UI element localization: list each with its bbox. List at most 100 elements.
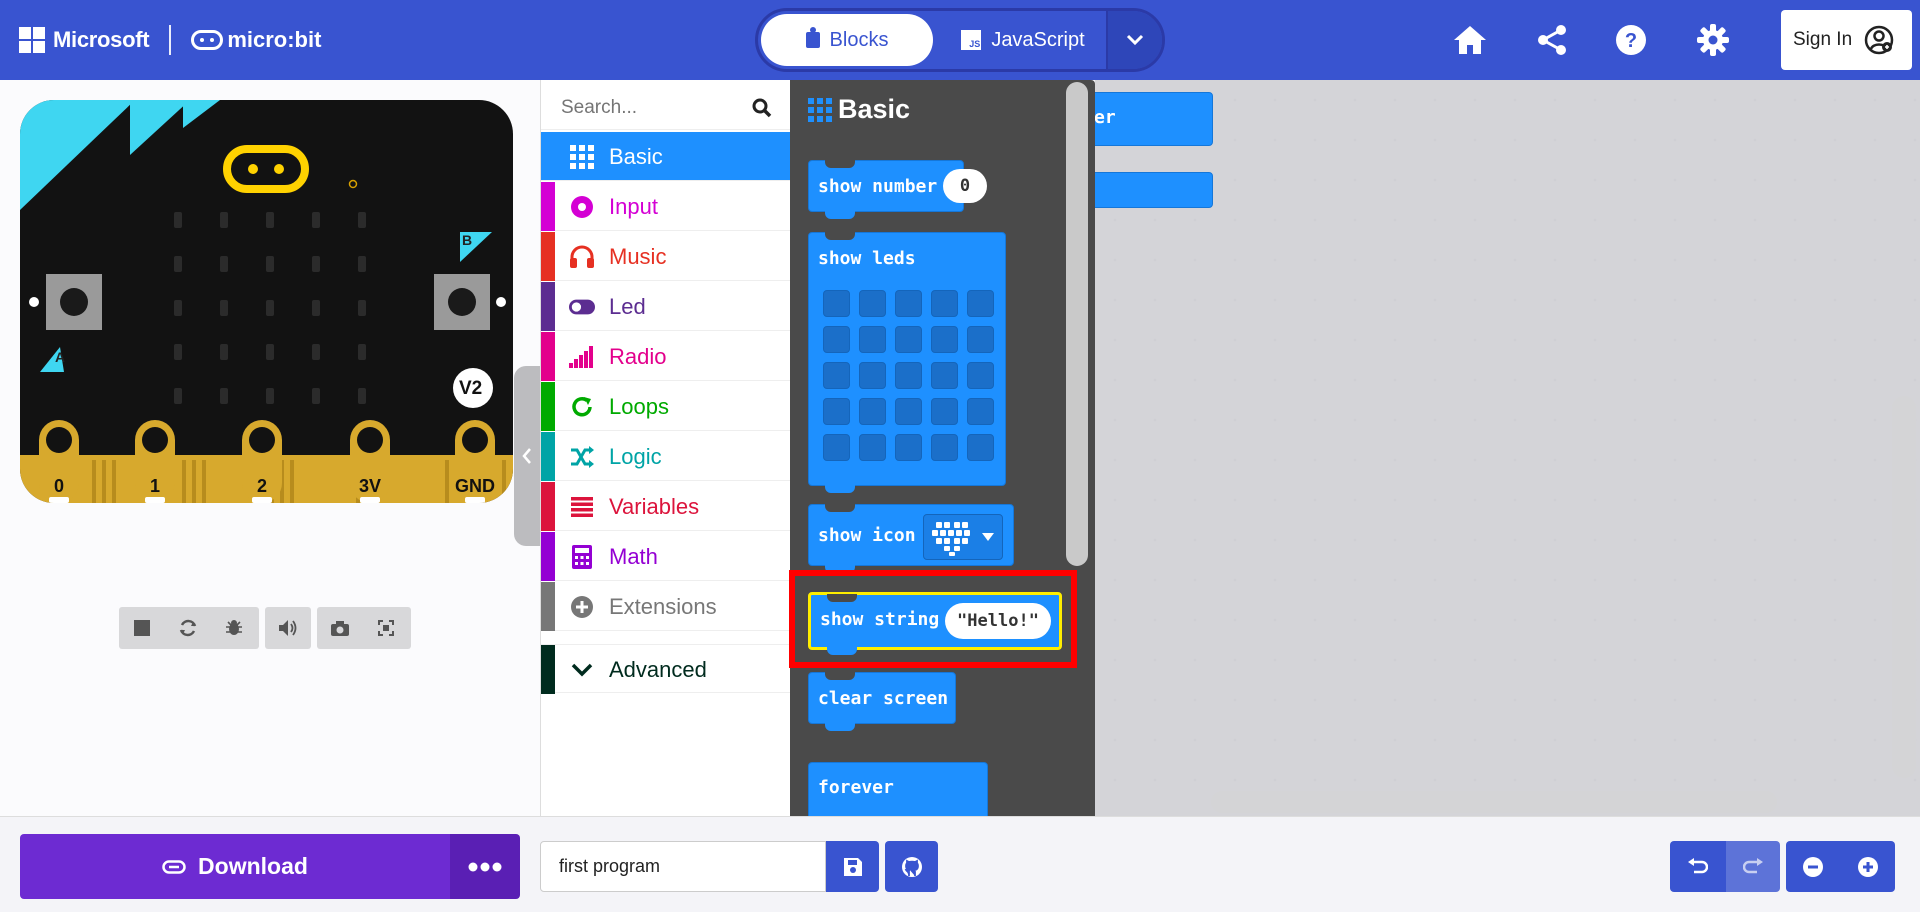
category-variables[interactable]: Variables	[541, 482, 791, 531]
show-number-block[interactable]: show number 0	[808, 160, 987, 219]
help-icon: ?	[1616, 25, 1646, 55]
forever-block[interactable]	[1085, 172, 1213, 208]
download-label: Download	[198, 853, 308, 879]
category-label: Radio	[609, 344, 667, 369]
category-label: Input	[609, 194, 658, 219]
category-advanced[interactable]: Advanced	[541, 644, 791, 694]
blocks-tab[interactable]: Blocks	[761, 14, 933, 66]
toolbox: Basic Input Music Led Radio Loops Logic …	[540, 80, 791, 816]
stop-button[interactable]	[119, 607, 165, 649]
microbit-label: micro:bit	[227, 27, 322, 52]
category-radio[interactable]: Radio	[541, 332, 791, 381]
ellipsis-icon	[468, 862, 502, 871]
block-label-fragment: er	[1094, 107, 1116, 128]
mute-button[interactable]	[265, 607, 311, 649]
javascript-tab-label: JavaScript	[991, 28, 1085, 51]
category-label: Music	[609, 244, 667, 269]
plus-circle-icon	[569, 594, 595, 620]
undo-button[interactable]	[1670, 841, 1726, 892]
clear-screen-block[interactable]: clear screen	[808, 672, 956, 731]
grid-icon	[808, 97, 832, 122]
blocks-workspace[interactable]: er	[1085, 80, 1920, 816]
search-input[interactable]	[561, 96, 751, 119]
pin-gnd-label[interactable]: GND	[448, 476, 502, 497]
screenshot-button[interactable]	[317, 607, 363, 649]
sound-icon	[279, 620, 297, 636]
simulator-panel: A B V2 0 1 2 3V GND	[0, 80, 540, 816]
brand-divider	[169, 25, 172, 55]
block-label: show leds	[818, 248, 916, 269]
category-loops[interactable]: Loops	[541, 382, 791, 431]
workspace-vertical-scrollbar[interactable]	[1892, 396, 1916, 778]
redo-icon	[1743, 857, 1763, 873]
language-dropdown-button[interactable]	[1106, 11, 1162, 69]
home-button[interactable]	[1448, 18, 1492, 62]
editor-toggle: Blocks JS JavaScript	[755, 8, 1165, 72]
button-b-label: B	[462, 232, 473, 248]
show-leds-block[interactable]: show leds	[808, 232, 1006, 493]
chevron-left-icon	[522, 448, 531, 464]
category-label: Math	[609, 544, 658, 569]
github-icon	[901, 856, 922, 877]
input-icon	[569, 194, 595, 220]
screenshot-icon	[331, 620, 349, 636]
zoom-out-button[interactable]	[1786, 841, 1840, 892]
github-button[interactable]	[885, 841, 938, 892]
block-label: clear screen	[818, 688, 949, 709]
project-name-input[interactable]: first program	[540, 841, 826, 892]
gear-icon	[1697, 24, 1729, 56]
bottom-bar: Download first program	[0, 816, 1920, 912]
fullscreen-icon	[378, 620, 394, 636]
debug-button[interactable]	[211, 607, 257, 649]
share-button[interactable]	[1530, 18, 1574, 62]
flyout-title-label: Basic	[838, 94, 911, 124]
category-label: Logic	[609, 444, 662, 469]
category-logic[interactable]: Logic	[541, 432, 791, 481]
pin-0-label[interactable]: 0	[39, 476, 79, 497]
category-music[interactable]: Music	[541, 232, 791, 281]
chevron-down-icon	[1126, 34, 1144, 46]
fullscreen-button[interactable]	[363, 607, 409, 649]
heart-icon	[932, 522, 970, 556]
category-math[interactable]: Math	[541, 532, 791, 581]
category-led[interactable]: Led	[541, 282, 791, 331]
category-label: Basic	[609, 144, 663, 169]
javascript-tab[interactable]: JS JavaScript	[948, 14, 1098, 66]
flyout-title: Basic	[808, 94, 910, 125]
microbit-board[interactable]: A B V2 0 1 2 3V GND	[20, 100, 513, 503]
category-basic[interactable]: Basic	[541, 132, 791, 181]
help-button[interactable]: ?	[1609, 18, 1653, 62]
button-a-label: A	[55, 349, 66, 365]
save-button[interactable]	[826, 841, 879, 892]
settings-button[interactable]	[1691, 18, 1735, 62]
stop-icon	[134, 620, 150, 636]
toolbox-search[interactable]	[541, 86, 791, 130]
pin-1-label[interactable]: 1	[135, 476, 175, 497]
on-start-block[interactable]: er	[1085, 92, 1213, 146]
search-icon[interactable]	[752, 98, 772, 118]
show-icon-block[interactable]: show icon	[808, 504, 1014, 573]
forever-block-template[interactable]: forever	[808, 762, 988, 816]
category-label: Variables	[609, 494, 700, 519]
sign-in-button[interactable]: Sign In	[1781, 10, 1912, 70]
zoom-in-button[interactable]	[1840, 841, 1895, 892]
led-grid[interactable]	[823, 290, 994, 461]
number-input[interactable]: 0	[943, 169, 987, 203]
redo-button[interactable]	[1726, 841, 1780, 892]
download-button[interactable]: Download	[20, 834, 450, 899]
restart-button[interactable]	[165, 607, 211, 649]
icon-dropdown[interactable]	[923, 514, 1003, 560]
zoom-out-icon	[1803, 856, 1823, 877]
collapse-simulator-tab[interactable]	[514, 366, 540, 546]
workspace-horizontal-scrollbar[interactable]	[1211, 791, 1777, 813]
category-extensions[interactable]: Extensions	[541, 582, 791, 631]
pin-3v-label[interactable]: 3V	[345, 476, 395, 497]
brand[interactable]: Microsoft micro:bit	[19, 24, 321, 56]
block-label: show icon	[818, 525, 916, 546]
flyout-scrollbar[interactable]	[1066, 82, 1088, 566]
more-options-button[interactable]	[450, 834, 520, 899]
category-input[interactable]: Input	[541, 182, 791, 231]
save-icon	[843, 857, 862, 876]
top-header: Microsoft micro:bit Blocks JS JavaScript…	[0, 0, 1920, 80]
pin-2-label[interactable]: 2	[242, 476, 282, 497]
